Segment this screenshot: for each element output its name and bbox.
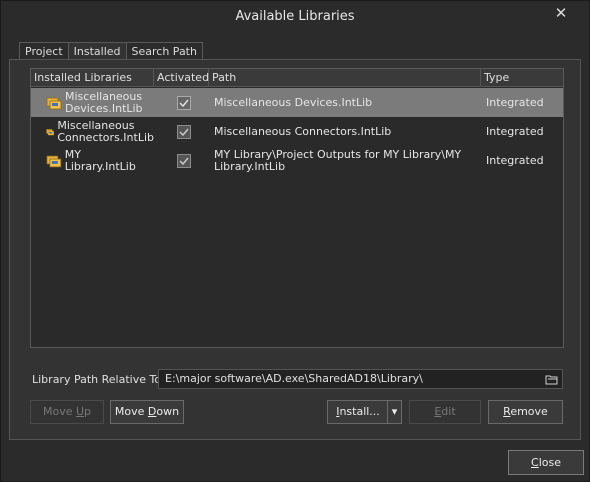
path-line: MY Library\Project Outputs for MY Librar…	[214, 147, 462, 161]
activated-cell	[31, 146, 209, 175]
remove-button[interactable]: Remove	[488, 400, 563, 424]
library-path-value: E:\major software\AD.exe\SharedAD18\Libr…	[165, 372, 423, 385]
close-icon[interactable]: ✕	[553, 5, 569, 21]
install-dropdown-button[interactable]: ▾	[387, 400, 402, 424]
dialog-title: Available Libraries	[235, 9, 355, 24]
folder-icon[interactable]	[545, 373, 558, 385]
type-cell: Integrated	[486, 95, 544, 109]
table-row[interactable]: Miscellaneous Connectors.IntLib Miscella…	[31, 117, 563, 146]
activated-checkbox[interactable]	[177, 95, 191, 110]
close-mnemonic: C	[531, 456, 539, 469]
checkmark-icon	[179, 128, 189, 136]
install-label-rest: nstall...	[339, 405, 380, 418]
libraries-table: Installed Libraries Activated Path Type …	[30, 68, 564, 348]
title-bar: Available Libraries ✕	[1, 1, 589, 32]
remove-label-rest: emove	[510, 405, 548, 418]
tab-installed[interactable]: Installed	[67, 42, 127, 60]
move-down-label: Move	[114, 405, 148, 418]
move-up-mnemonic: U	[75, 405, 85, 418]
available-libraries-dialog: Available Libraries ✕ Project Installed …	[0, 0, 590, 482]
column-header-path[interactable]: Path	[209, 69, 481, 87]
installed-panel: Installed Libraries Activated Path Type …	[9, 59, 581, 440]
column-header-activated[interactable]: Activated	[154, 69, 209, 87]
path-line: Miscellaneous Connectors.IntLib	[214, 124, 392, 138]
path-cell: MY Library\Project Outputs for MY Librar…	[214, 146, 479, 175]
column-header-type[interactable]: Type	[481, 69, 563, 87]
move-up-label-rest: p	[84, 405, 92, 418]
table-row[interactable]: MY Library.IntLib MY Library\Project Out…	[31, 146, 563, 175]
column-header-installed-libraries[interactable]: Installed Libraries	[31, 69, 154, 87]
library-path-field[interactable]: E:\major software\AD.exe\SharedAD18\Libr…	[158, 369, 563, 389]
library-path-label: Library Path Relative To:	[32, 373, 165, 386]
activated-cell	[31, 88, 209, 117]
path-cell: Miscellaneous Devices.IntLib	[214, 88, 479, 117]
close-button[interactable]: Close	[508, 450, 584, 475]
move-down-button[interactable]: Move Down	[110, 400, 184, 424]
move-up-button[interactable]: Move Up	[30, 400, 104, 424]
edit-label-rest: dit	[441, 405, 456, 418]
checkmark-icon	[179, 99, 189, 107]
tab-bar: Project Installed Search Path	[19, 42, 203, 60]
install-button[interactable]: Install...	[327, 400, 388, 424]
tab-project[interactable]: Project	[19, 42, 69, 60]
checkmark-icon	[179, 157, 189, 165]
path-line: Miscellaneous Devices.IntLib	[214, 95, 373, 109]
chevron-down-icon: ▾	[391, 405, 398, 418]
activated-cell	[31, 117, 209, 146]
close-label-rest: lose	[538, 456, 561, 469]
path-cell: Miscellaneous Connectors.IntLib	[214, 117, 479, 146]
table-header: Installed Libraries Activated Path Type	[31, 69, 563, 87]
table-row[interactable]: Miscellaneous Devices.IntLib Miscellaneo…	[31, 88, 563, 117]
move-up-label: Move	[42, 405, 76, 418]
activated-checkbox[interactable]	[177, 124, 191, 139]
path-line: Library.IntLib	[214, 159, 286, 173]
tab-search-path[interactable]: Search Path	[125, 42, 203, 60]
type-cell: Integrated	[486, 124, 544, 138]
type-cell: Integrated	[486, 153, 544, 167]
activated-checkbox[interactable]	[177, 153, 191, 168]
edit-button[interactable]: Edit	[409, 400, 481, 424]
move-down-label-rest: own	[156, 405, 180, 418]
